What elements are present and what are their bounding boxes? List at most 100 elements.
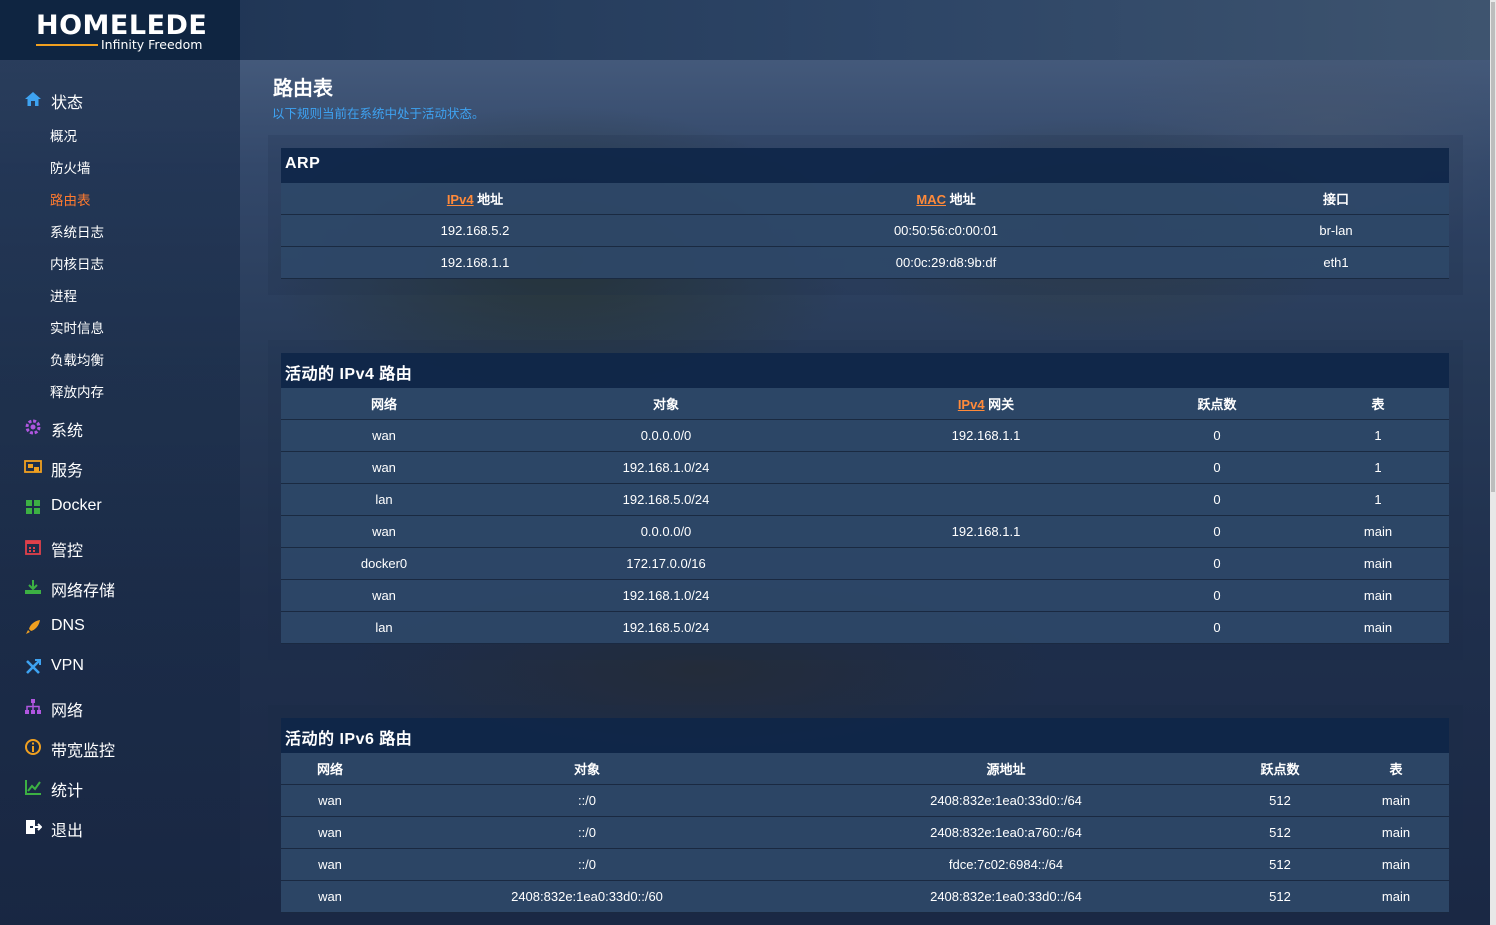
cell-table: main (1307, 579, 1449, 612)
column-header-metric: 跃点数 (1127, 388, 1307, 420)
cell-ip: 192.168.1.1 (281, 246, 669, 279)
nav-item-services[interactable]: 服务 (0, 452, 240, 482)
table-row: wan::/0 fdce:7c02:6984::/64 512 main (281, 848, 1449, 881)
sub-item-label: 实时信息 (50, 321, 104, 336)
nav-label: 系统 (51, 423, 84, 440)
cell-network: lan (281, 483, 487, 516)
logo-tagline: Infinity Freedom (101, 37, 203, 52)
cell-network: wan (281, 419, 487, 452)
nav-label: DNS (51, 617, 85, 634)
nav-label: 网络 (51, 703, 84, 720)
nav-item-status[interactable]: 状态 (0, 84, 240, 114)
cell-gateway (845, 611, 1127, 644)
column-header-ip[interactable]: IPv4 地址 (281, 183, 669, 215)
cell-table: 1 (1307, 419, 1449, 452)
home-icon (24, 90, 42, 108)
nav-label: 带宽监控 (51, 743, 116, 760)
nav-item-dns[interactable]: DNS (0, 612, 240, 642)
sort-link-ipv4[interactable]: IPv4 (447, 192, 474, 207)
page-description: 以下规则当前在系统中处于活动状态。 (272, 107, 485, 121)
cell-interface: eth1 (1223, 246, 1449, 279)
column-header-gateway[interactable]: IPv4 网关 (845, 388, 1127, 420)
nav-item-system[interactable]: 系统 (0, 412, 240, 442)
sub-item-load-balance[interactable]: 负载均衡 (0, 346, 240, 370)
logout-icon (24, 818, 43, 836)
table-row: lan 192.168.5.0/24 0 1 (281, 483, 1449, 516)
sub-item-label: 概况 (50, 129, 77, 144)
sub-item-overview[interactable]: 概况 (0, 122, 240, 146)
cell-network: lan (281, 611, 487, 644)
cell-gateway (845, 451, 1127, 484)
nav-item-docker[interactable]: Docker (0, 492, 240, 522)
cell-table: main (1343, 848, 1449, 881)
cell-network: docker0 (281, 547, 487, 580)
nav-item-logout[interactable]: 退出 (0, 812, 240, 842)
sub-item-label: 进程 (50, 289, 77, 304)
sort-link-mac[interactable]: MAC (916, 192, 946, 207)
sub-item-processes[interactable]: 进程 (0, 282, 240, 306)
sort-link-ipv4[interactable]: IPv4 (958, 397, 985, 412)
column-header-table: 表 (1343, 753, 1449, 785)
nav-label: 状态 (51, 95, 84, 112)
cell-gateway (845, 483, 1127, 516)
cell-target: ::/0 (379, 816, 795, 849)
sub-item-firewall[interactable]: 防火墙 (0, 154, 240, 178)
cell-interface: br-lan (1223, 214, 1449, 247)
cell-table: main (1307, 611, 1449, 644)
nav-item-bandwidth[interactable]: 带宽监控 (0, 732, 240, 762)
table-row: wan::/0 2408:832e:1ea0:33d0::/64 512 main (281, 784, 1449, 817)
sub-item-free-memory[interactable]: 释放内存 (0, 378, 240, 402)
network-icon (24, 698, 42, 716)
nav-label: 统计 (51, 783, 84, 800)
column-header-mac[interactable]: MAC 地址 (669, 183, 1223, 215)
cell-target: 192.168.1.0/24 (487, 451, 845, 484)
cell-target: 2408:832e:1ea0:33d0::/60 (379, 880, 795, 913)
cell-metric: 0 (1127, 515, 1307, 548)
nav-item-nas[interactable]: 网络存储 (0, 572, 240, 602)
logo-underline (36, 44, 98, 46)
cell-target: 192.168.1.0/24 (487, 579, 845, 612)
nav-item-vpn[interactable]: VPN (0, 652, 240, 682)
scrollbar-thumb[interactable] (1491, 2, 1495, 492)
sub-item-realtime[interactable]: 实时信息 (0, 314, 240, 338)
cell-target: ::/0 (379, 848, 795, 881)
page-title: 路由表 (273, 78, 333, 100)
cell-target: 0.0.0.0/0 (487, 419, 845, 452)
download-icon (24, 578, 42, 596)
sub-item-label: 内核日志 (50, 257, 104, 272)
logo[interactable]: HOMELEDE Infinity Freedom (0, 0, 240, 60)
section-title: 活动的 IPv4 路由 (285, 366, 413, 383)
cell-metric: 0 (1127, 483, 1307, 516)
nav-item-statistics[interactable]: 统计 (0, 772, 240, 802)
table-row: wan 192.168.1.0/24 0 main (281, 579, 1449, 612)
sub-item-syslog[interactable]: 系统日志 (0, 218, 240, 242)
cell-mac: 00:0c:29:d8:9b:df (669, 246, 1223, 279)
cell-table: main (1343, 880, 1449, 913)
arp-section-header: ARP (281, 148, 1449, 183)
services-icon (24, 458, 42, 476)
cell-metric: 512 (1217, 816, 1343, 849)
cell-table: 1 (1307, 483, 1449, 516)
cell-network: wan (281, 451, 487, 484)
nav-label: Docker (51, 497, 102, 514)
ipv4-routes-table: 网络 对象 IPv4 网关 跃点数 表 wan 0.0.0.0/0 192.168.… (281, 388, 1449, 644)
sub-item-kernel-log[interactable]: 内核日志 (0, 250, 240, 274)
nav-item-network[interactable]: 网络 (0, 692, 240, 722)
cell-metric: 512 (1217, 784, 1343, 817)
nav-item-control[interactable]: 管控 (0, 532, 240, 562)
column-header-metric: 跃点数 (1217, 753, 1343, 785)
sub-item-routes[interactable]: 路由表 (0, 186, 240, 210)
calendar-icon (24, 538, 42, 556)
cell-network: wan (281, 848, 379, 881)
column-header-network: 网络 (281, 753, 379, 785)
column-header-source: 源地址 (795, 753, 1217, 785)
nav-label: 服务 (51, 463, 84, 480)
page-scrollbar[interactable] (1490, 0, 1496, 925)
gear-icon (24, 418, 42, 436)
cell-metric: 512 (1217, 848, 1343, 881)
table-row: wan 2408:832e:1ea0:33d0::/60 2408:832e:1ea… (281, 880, 1449, 913)
section-title: ARP (285, 155, 321, 172)
cell-metric: 0 (1127, 611, 1307, 644)
ipv4-section-header: 活动的 IPv4 路由 (281, 353, 1449, 388)
table-row: 192.168.5.2 00:50:56:c0:00:01 br-lan (281, 214, 1449, 247)
